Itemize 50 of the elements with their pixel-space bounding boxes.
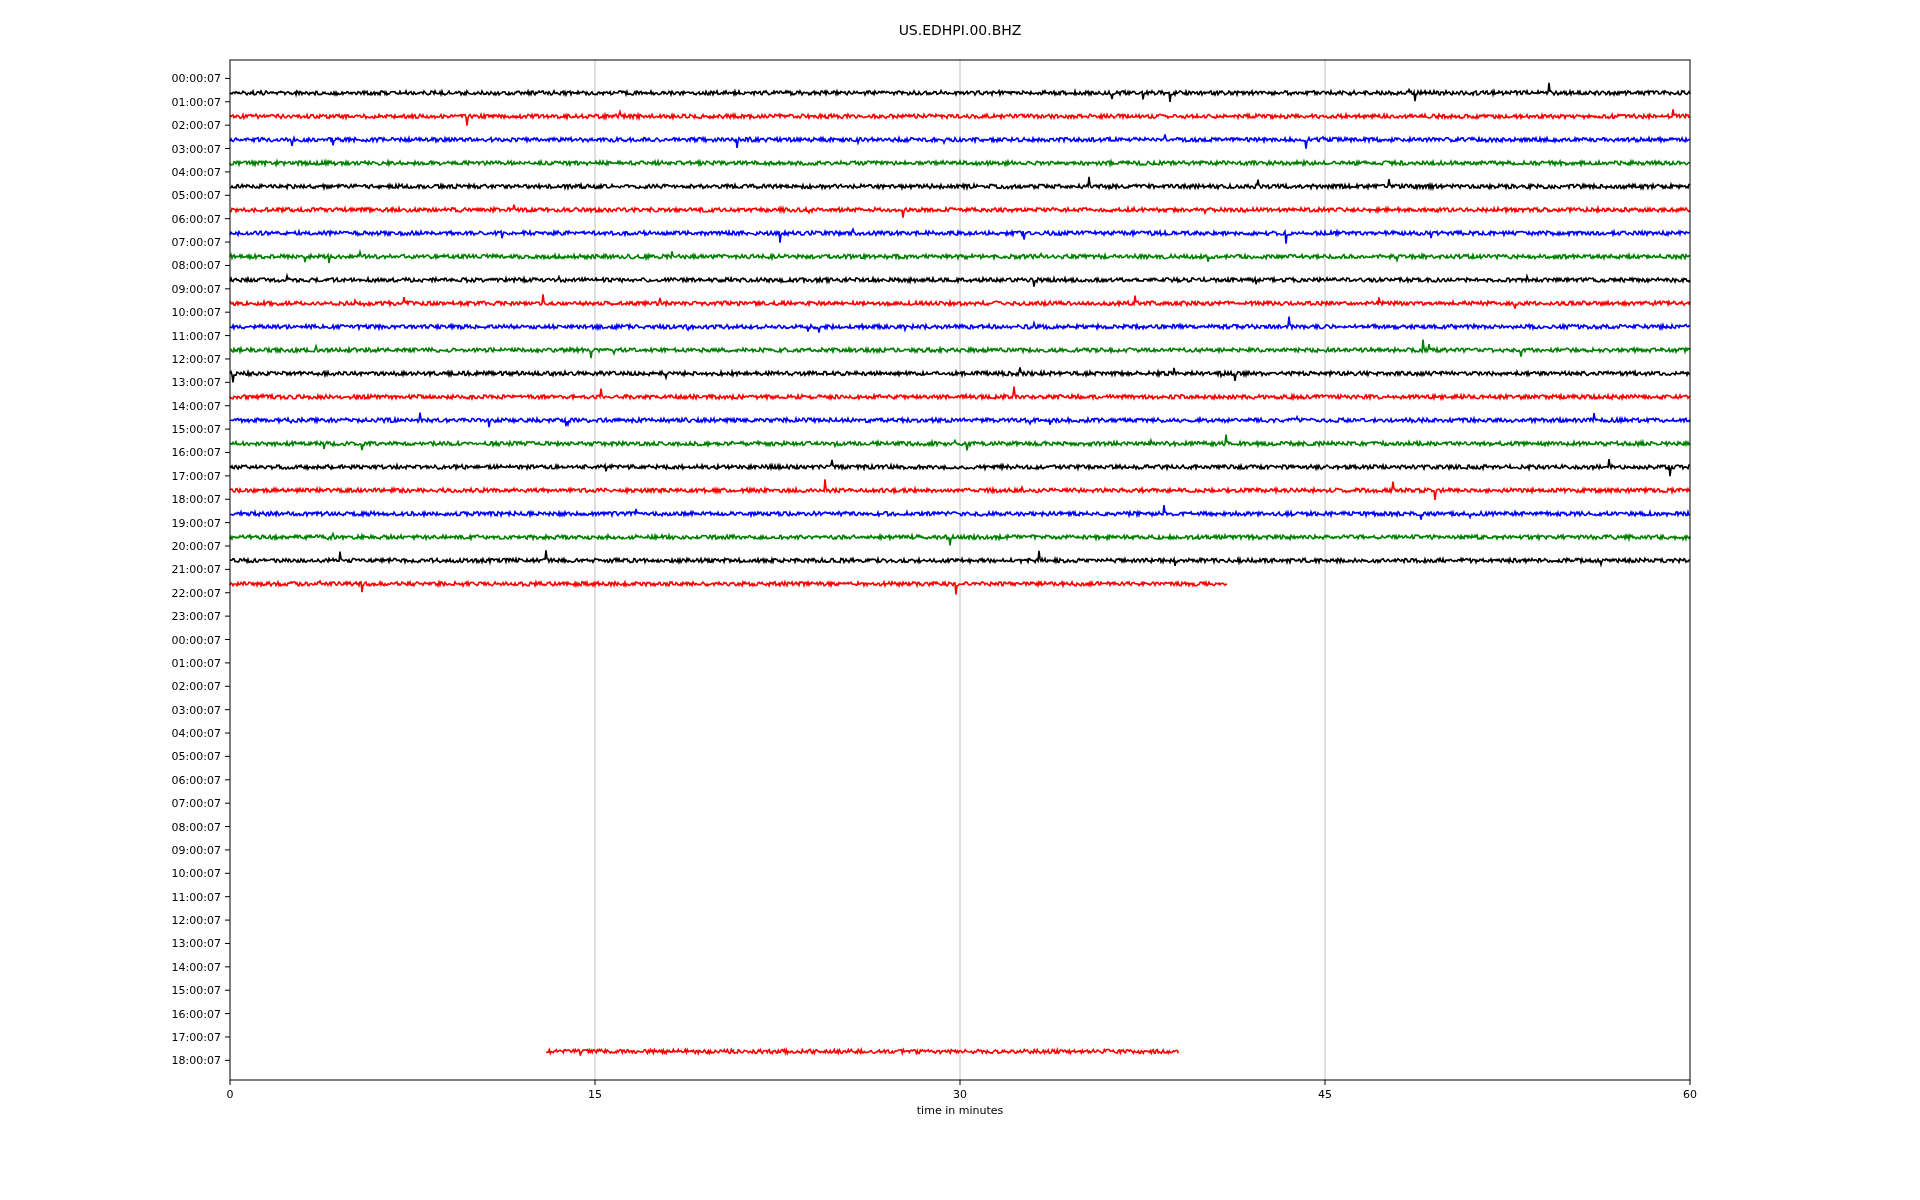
x-tick-label: 15 [588,1088,602,1101]
y-tick-label: 13:00:07 [171,937,221,951]
y-tick-label: 23:00:07 [171,610,221,624]
y-tick-label: 05:00:07 [171,750,221,764]
y-tick-label: 15:00:07 [171,984,221,998]
y-tick-label: 19:00:07 [171,516,221,530]
y-tick-label: 06:00:07 [171,773,221,787]
y-tick-label: 16:00:07 [171,446,221,460]
y-tick-label: 04:00:07 [171,727,221,741]
y-tick-label: 09:00:07 [171,843,221,857]
y-tick-label: 13:00:07 [171,376,221,390]
y-tick-label: 03:00:07 [171,142,221,156]
y-tick-label: 17:00:07 [171,1031,221,1044]
y-tick-label: 01:00:07 [171,656,221,670]
y-tick-label: 10:00:07 [171,867,221,881]
y-tick-label: 21:00:07 [171,563,221,577]
y-tick-label: 08:00:07 [171,259,221,273]
chart-title: US.EDHPI.00.BHZ [898,22,1022,38]
x-tick-label: 60 [1683,1088,1697,1101]
y-tick-label: 08:00:07 [171,820,221,834]
y-tick-label: 22:00:07 [171,586,221,600]
x-axis-label: time in minutes [916,1104,1004,1117]
y-tick-label: 09:00:07 [171,282,221,296]
y-tick-label: 18:00:07 [171,493,221,507]
y-tick-label: 00:00:07 [171,633,221,647]
y-tick-label: 11:00:07 [171,329,221,343]
y-tick-label: 16:00:07 [171,1007,221,1021]
y-tick-label: 11:00:07 [171,890,221,904]
y-tick-label: 01:00:07 [171,95,221,109]
y-tick-label: 07:00:07 [171,797,221,811]
y-tick-label: 14:00:07 [171,960,221,974]
y-tick-label: 05:00:07 [171,189,221,203]
y-tick-label: 02:00:07 [171,680,221,694]
y-tick-label: 04:00:07 [171,165,221,179]
y-tick-label: 17:00:07 [171,469,221,483]
y-tick-label: 14:00:07 [171,399,221,413]
y-tick-label: 06:00:07 [171,212,221,226]
y-tick-label: 15:00:07 [171,423,221,437]
x-tick-label: 0 [226,1088,234,1101]
y-tick-label: 12:00:07 [171,914,221,928]
x-tick-label: 45 [1318,1088,1332,1101]
y-tick-label: 18:00:07 [171,1054,221,1068]
x-tick-label: 30 [953,1088,967,1101]
y-tick-label: 00:00:07 [171,72,221,86]
y-tick-label: 03:00:07 [171,703,221,717]
y-tick-label: 20:00:07 [171,540,221,553]
y-tick-label: 12:00:07 [171,352,221,366]
y-tick-label: 10:00:07 [171,306,221,320]
y-tick-label: 07:00:07 [171,236,221,250]
y-tick-label: 02:00:07 [171,119,221,133]
